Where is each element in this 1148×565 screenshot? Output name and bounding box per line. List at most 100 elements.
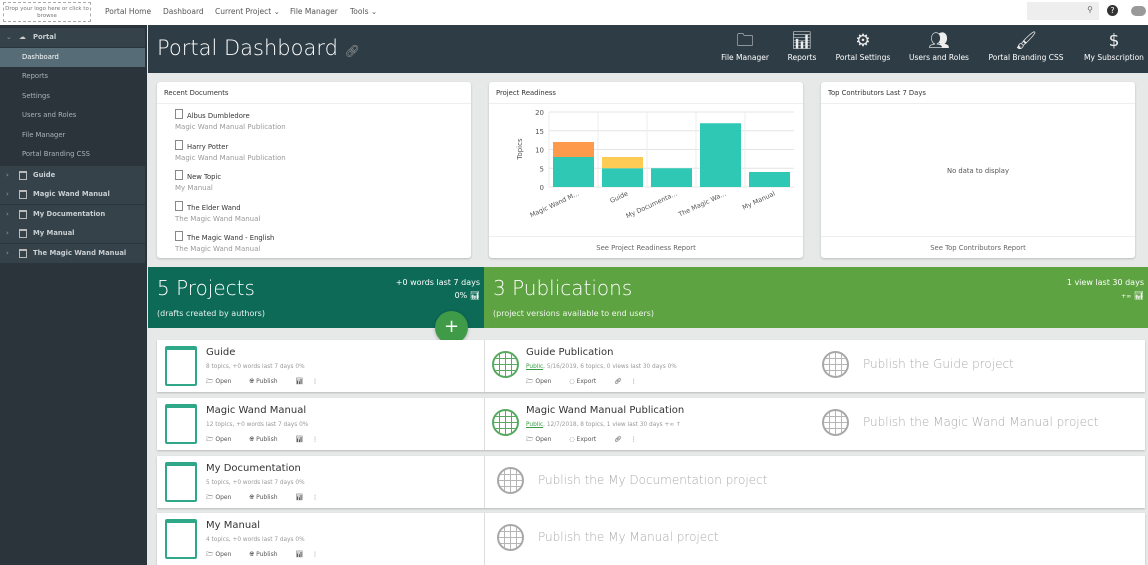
contributors-report-link[interactable]: See Top Contributors Report	[821, 236, 1135, 258]
more-icon[interactable]: ⋮	[312, 436, 318, 443]
more-icon[interactable]: ⋮	[631, 436, 637, 443]
doc-title[interactable]: New Topic	[175, 170, 471, 181]
publish-placeholder[interactable]: Publish the Guide project	[863, 357, 1014, 371]
list-item[interactable]: The Magic Wand - English The Magic Wand M…	[175, 226, 471, 257]
nav-file-manager[interactable]: File Manager	[290, 7, 338, 16]
doc-title[interactable]: Albus Dumbledore	[175, 109, 471, 120]
publish-button[interactable]: 🌐︎ Publish	[249, 436, 286, 443]
projects-summary: 5 Projects (drafts created by authors) +…	[148, 267, 484, 328]
project-name[interactable]: Magic Wand Manual	[206, 405, 306, 416]
globe-icon	[492, 351, 519, 378]
open-button[interactable]: 🗁 Open	[206, 436, 240, 443]
search-icon[interactable]: ⚲	[1087, 5, 1093, 14]
publish-globe-icon[interactable]	[822, 409, 849, 436]
publish-placeholder[interactable]: Publish the My Documentation project	[538, 473, 767, 487]
reports-icon[interactable]: 📊︎	[296, 378, 304, 385]
public-status-link[interactable]: Public	[526, 422, 543, 428]
publication-name[interactable]: Magic Wand Manual Publication	[526, 405, 684, 416]
divider	[484, 398, 485, 450]
nav-tools[interactable]: Tools ⌄	[350, 7, 377, 16]
y-tick-label: 10	[535, 147, 544, 155]
list-item[interactable]: The Elder Wand The Magic Wand Manual	[175, 196, 471, 227]
sidebar-project-the-magic-wand-manual[interactable]: › The Magic Wand Manual	[0, 244, 145, 263]
more-icon[interactable]: ⋮	[631, 378, 637, 385]
sidebar-portal[interactable]: ⌄ ☁ Portal	[0, 28, 145, 47]
sidebar-project-magic-wand-manual[interactable]: › Magic Wand Manual	[0, 185, 145, 204]
publish-placeholder[interactable]: Publish the Magic Wand Manual project	[863, 415, 1098, 429]
more-icon[interactable]: ⋮	[312, 494, 318, 501]
more-icon[interactable]: ⋮	[312, 378, 318, 385]
project-row: Magic Wand Manual 12 topics, +0 words la…	[157, 398, 1145, 450]
publish-globe-icon[interactable]	[497, 467, 524, 494]
publication-name[interactable]: Guide Publication	[526, 347, 613, 358]
reports-icon[interactable]: 📊︎	[296, 494, 304, 501]
bar	[602, 157, 643, 169]
header-portal-settings-button[interactable]: ⚙ Portal Settings	[832, 29, 894, 62]
help-icon[interactable]: ?	[1107, 5, 1118, 16]
project-meta: 8 topics, +0 words last 7 days 0%	[206, 364, 305, 370]
header-reports-button[interactable]: 📊︎ Reports	[783, 29, 821, 62]
logo-dropzone[interactable]: Drop your logo here or click to browse	[3, 2, 91, 22]
link-icon[interactable]: 🔗︎	[614, 436, 622, 443]
words-stat: +0 words last 7 days	[395, 278, 480, 287]
project-name[interactable]: My Manual	[206, 520, 260, 531]
sidebar-item-dashboard[interactable]: Dashboard	[0, 48, 145, 67]
link-icon[interactable]: 🔗︎	[345, 44, 360, 58]
sidebar-project-my-manual[interactable]: › My Manual	[0, 224, 145, 243]
book-icon	[19, 249, 27, 258]
book-icon	[19, 210, 27, 219]
link-icon[interactable]: 🔗︎	[614, 378, 622, 385]
book-icon	[165, 346, 197, 386]
reports-icon[interactable]: 📊︎	[296, 551, 304, 558]
sidebar-item-branding-css[interactable]: Portal Branding CSS	[0, 145, 145, 164]
header-file-manager-button[interactable]: 🗀 File Manager	[717, 29, 773, 62]
list-item[interactable]: Harry Potter Magic Wand Manual Publicatio…	[175, 135, 471, 166]
export-button[interactable]: ◌ Export	[569, 436, 605, 443]
gear-icon: ⚙	[855, 31, 871, 51]
export-button[interactable]: ◌ Export	[569, 378, 605, 385]
bar-chart-icon[interactable]: 📊︎	[470, 291, 480, 300]
publish-button[interactable]: 🌐︎ Publish	[249, 551, 286, 558]
project-meta: 12 topics, +0 words last 7 days 0%	[206, 422, 309, 428]
header-branding-css-button[interactable]: 🖌︎ Portal Branding CSS	[985, 29, 1067, 62]
header-subscription-button[interactable]: $ My Subscription	[1080, 29, 1148, 62]
sidebar-project-guide[interactable]: › Guide	[0, 166, 145, 185]
bar-chart-icon[interactable]: 📊︎	[1134, 291, 1144, 300]
list-item[interactable]: Albus Dumbledore Magic Wand Manual Public…	[175, 104, 471, 135]
publish-button[interactable]: 🌐︎ Publish	[249, 378, 286, 385]
open-button[interactable]: 🗁 Open	[206, 551, 240, 558]
publish-globe-icon[interactable]	[822, 351, 849, 378]
search-input[interactable]: ⚲	[1027, 2, 1099, 20]
project-name[interactable]: Guide	[206, 347, 235, 358]
header-users-roles-button[interactable]: 👥︎ Users and Roles	[905, 29, 973, 62]
readiness-report-link[interactable]: See Project Readiness Report	[489, 236, 803, 258]
doc-source: The Magic Wand Manual	[175, 214, 261, 223]
sidebar-project-my-documentation[interactable]: › My Documentation	[0, 205, 145, 224]
nav-current-project[interactable]: Current Project ⌄	[215, 7, 280, 16]
nav-dashboard[interactable]: Dashboard	[163, 7, 204, 16]
list-item[interactable]: New Topic My Manual	[175, 165, 471, 196]
sidebar-item-users-roles[interactable]: Users and Roles	[0, 106, 145, 125]
doc-title[interactable]: Harry Potter	[175, 140, 471, 151]
open-button[interactable]: 🗁 Open	[526, 378, 560, 385]
project-label: The Magic Wand Manual	[33, 249, 127, 257]
project-name[interactable]: My Documentation	[206, 463, 301, 474]
open-button[interactable]: 🗁 Open	[206, 494, 240, 501]
publish-placeholder[interactable]: Publish the My Manual project	[538, 530, 718, 544]
avatar[interactable]	[1131, 6, 1146, 16]
sidebar-item-settings[interactable]: Settings	[0, 87, 145, 106]
publish-button[interactable]: 🌐︎ Publish	[249, 494, 286, 501]
doc-title[interactable]: The Elder Wand	[175, 201, 471, 212]
card-title: Project Readiness	[489, 82, 803, 104]
y-tick-label: 5	[540, 165, 544, 173]
sidebar-item-file-manager[interactable]: File Manager	[0, 126, 145, 145]
reports-icon[interactable]: 📊︎	[296, 436, 304, 443]
sidebar-item-reports[interactable]: Reports	[0, 67, 145, 86]
nav-portal-home[interactable]: Portal Home	[105, 7, 151, 16]
public-status-link[interactable]: Public	[526, 364, 543, 370]
publish-globe-icon[interactable]	[497, 524, 524, 551]
open-button[interactable]: 🗁 Open	[206, 378, 240, 385]
doc-title[interactable]: The Magic Wand - English	[175, 231, 471, 242]
open-button[interactable]: 🗁 Open	[526, 436, 560, 443]
more-icon[interactable]: ⋮	[312, 551, 318, 558]
